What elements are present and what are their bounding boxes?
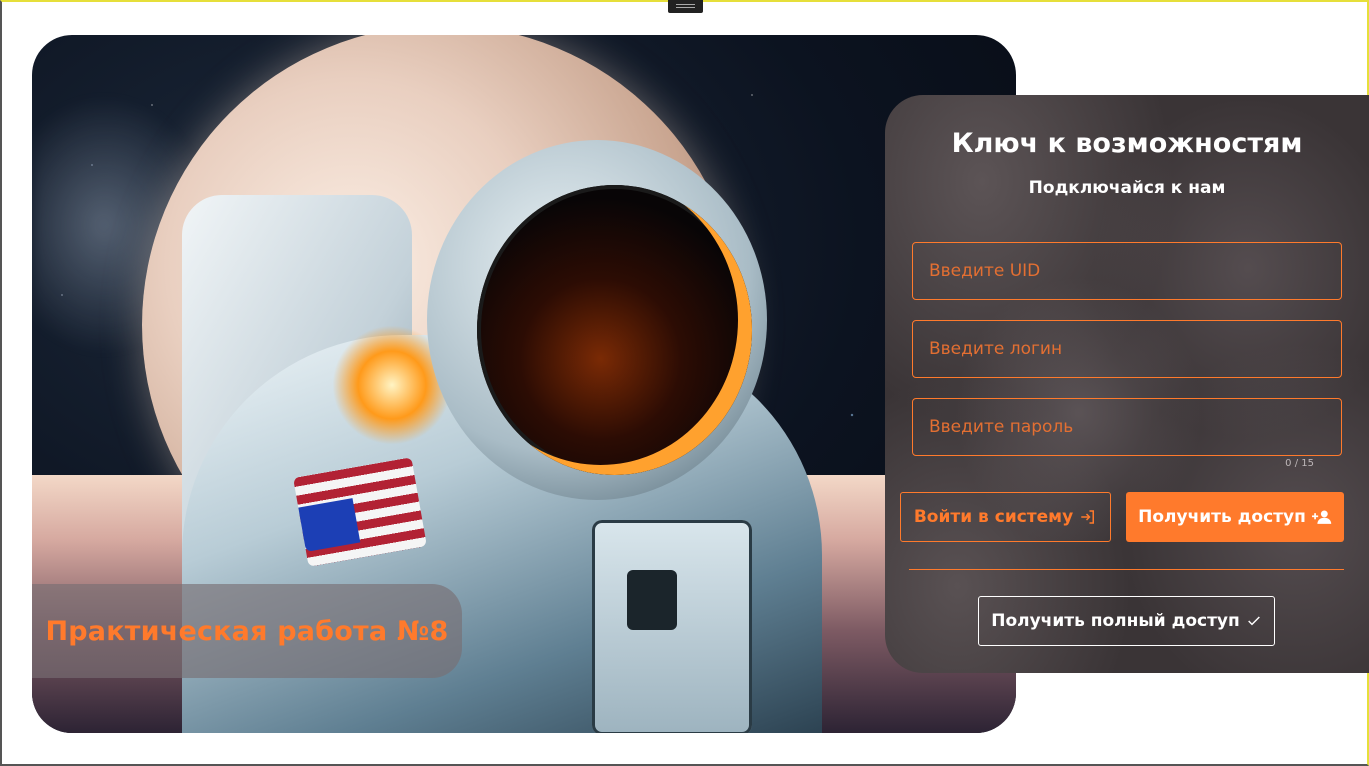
card-title: Ключ к возможностям bbox=[951, 128, 1303, 159]
register-button-label: Получить доступ bbox=[1138, 507, 1306, 527]
password-input[interactable] bbox=[912, 398, 1342, 456]
chest-control-box bbox=[592, 520, 752, 733]
login-button-label: Войти в систему bbox=[913, 507, 1074, 527]
check-icon bbox=[1246, 613, 1262, 629]
login-input[interactable] bbox=[912, 320, 1342, 378]
uid-input[interactable] bbox=[912, 242, 1342, 300]
login-button[interactable]: Войти в систему bbox=[900, 492, 1111, 542]
hero-caption: Практическая работа №8 bbox=[32, 584, 462, 678]
full-access-button-label: Получить полный доступ bbox=[991, 611, 1240, 631]
full-access-button[interactable]: Получить полный доступ bbox=[978, 596, 1275, 646]
hero-caption-text: Практическая работа №8 bbox=[45, 615, 449, 647]
password-char-counter: 0 / 15 bbox=[1285, 458, 1314, 469]
login-card: Ключ к возможностям Подключайся к нам 0 … bbox=[885, 95, 1369, 673]
helmet-visor bbox=[477, 185, 752, 475]
card-subtitle: Подключайся к нам bbox=[1028, 178, 1226, 198]
register-button[interactable]: Получить доступ bbox=[1126, 492, 1344, 542]
person-add-icon bbox=[1311, 508, 1332, 526]
drag-handle[interactable] bbox=[668, 0, 703, 13]
login-icon bbox=[1079, 508, 1097, 526]
card-divider bbox=[909, 569, 1344, 570]
